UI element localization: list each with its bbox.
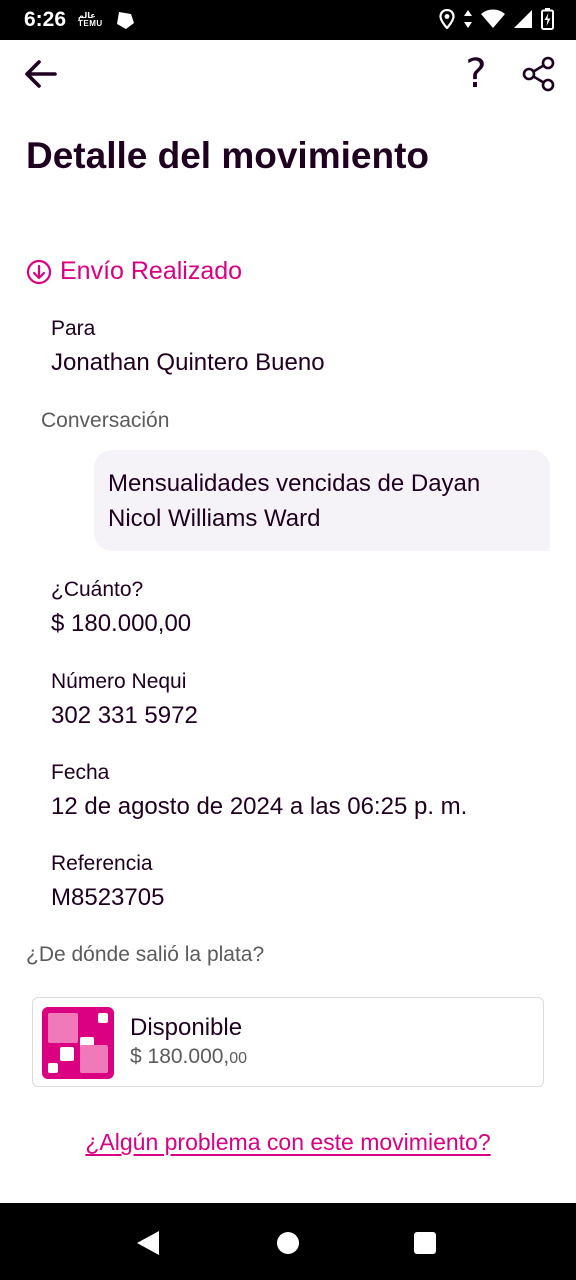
- status-bar: 6:26 عالم TEMU: [0, 0, 576, 40]
- battery-icon: [541, 8, 554, 30]
- account-amount-decimals: 00: [229, 1050, 248, 1067]
- arrow-down-circle-icon: [26, 259, 52, 284]
- location-icon: [439, 9, 455, 29]
- status-text: Envío Realizado: [60, 257, 243, 285]
- status-time: 6:26: [24, 8, 67, 31]
- recipient-value: Jonathan Quintero Bueno: [51, 349, 325, 376]
- app-notification-icon: [114, 9, 136, 36]
- wifi-icon: [481, 9, 505, 28]
- report-problem-link[interactable]: ¿Algún problema con este movimiento?: [0, 1129, 576, 1156]
- amount-label: ¿Cuánto?: [51, 578, 144, 601]
- signal-icon: [514, 10, 532, 28]
- share-button[interactable]: [518, 54, 558, 94]
- nav-recents-button[interactable]: [414, 1232, 436, 1254]
- date-label: Fecha: [51, 761, 110, 784]
- conversation-message: Mensualidades vencidas de Dayan Nicol Wi…: [94, 450, 550, 551]
- conversation-label: Conversación: [41, 409, 170, 432]
- pocket-icon: [42, 1007, 114, 1079]
- system-nav-bar: [0, 1203, 576, 1280]
- account-name: Disponible: [130, 1014, 243, 1041]
- temu-notification-icon: عالم TEMU: [78, 12, 103, 28]
- page-title: Detalle del movimiento: [26, 135, 429, 176]
- reference-label: Referencia: [51, 852, 153, 875]
- nequi-number-value: 302 331 5972: [51, 702, 198, 729]
- nequi-number-label: Número Nequi: [51, 670, 187, 693]
- arrow-left-icon: [25, 60, 57, 88]
- reference-value: M8523705: [51, 884, 165, 911]
- account-amount: $ 180.000,00: [130, 1045, 247, 1069]
- data-arrows-icon: [464, 10, 472, 28]
- nav-back-button[interactable]: [135, 1229, 161, 1257]
- transaction-status: Envío Realizado: [26, 257, 242, 286]
- share-icon: [522, 56, 555, 92]
- source-account-card: Disponible $ 180.000,00: [32, 997, 544, 1087]
- temu-bottom-text: TEMU: [78, 19, 103, 28]
- date-value: 12 de agosto de 2024 a las 06:25 p. m.: [51, 793, 468, 820]
- source-label: ¿De dónde salió la plata?: [26, 943, 265, 966]
- recipient-label: Para: [51, 317, 96, 340]
- amount-value: $ 180.000,00: [51, 610, 192, 637]
- help-button[interactable]: ?: [456, 52, 496, 96]
- nav-home-button[interactable]: [277, 1232, 299, 1254]
- account-amount-integer: $ 180.000,: [130, 1045, 230, 1068]
- back-button[interactable]: [20, 52, 64, 96]
